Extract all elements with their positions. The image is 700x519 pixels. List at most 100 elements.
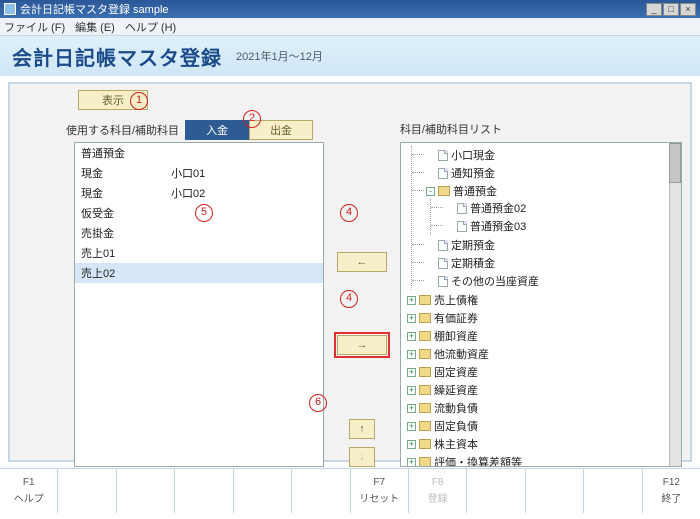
fkey-code: F7	[373, 477, 385, 488]
tree-node[interactable]: + 有価証券	[407, 309, 677, 327]
tree-node-label: 普通預金03	[470, 218, 526, 234]
expand-icon[interactable]: +	[407, 368, 416, 377]
collapse-icon[interactable]: -	[426, 187, 435, 196]
folder-icon	[419, 385, 431, 395]
expand-icon[interactable]: +	[407, 422, 416, 431]
tree-node-label: 有価証券	[434, 310, 478, 326]
move-down-button[interactable]: ↓	[349, 447, 375, 467]
list-item[interactable]: 現金小口01	[75, 163, 323, 183]
tree-node[interactable]: その他の当座資産	[426, 272, 677, 290]
folder-icon	[419, 403, 431, 413]
close-button[interactable]: ×	[680, 3, 696, 16]
move-up-button[interactable]: ↑	[349, 419, 375, 439]
folder-icon	[419, 331, 431, 341]
tree-spacer	[426, 151, 435, 160]
maximize-button[interactable]: □	[663, 3, 679, 16]
tree-node-label: 固定負債	[434, 418, 478, 434]
menu-bar: ファイル (F) 編集 (E) ヘルプ (H)	[0, 18, 700, 36]
arrow-up-icon: ↑	[359, 423, 365, 435]
fkey-empty	[175, 469, 233, 513]
expand-icon[interactable]: +	[407, 458, 416, 467]
function-key-bar: F1 ヘルプ F7 リセット F8 登録 F12 終了	[0, 468, 700, 513]
fkey-label: ヘルプ	[14, 490, 44, 505]
tree-node[interactable]: 普通預金03	[445, 217, 677, 235]
account-tree[interactable]: 小口現金通知預金 - 普通預金普通預金02普通預金03 定期預金定期積金その他の当座資…	[400, 142, 682, 467]
expand-icon[interactable]: +	[407, 386, 416, 395]
tree-node-label: 通知預金	[451, 165, 495, 181]
list-item[interactable]: 現金小口02	[75, 183, 323, 203]
document-icon	[457, 203, 467, 214]
fkey-label: リセット	[359, 490, 399, 505]
menu-file[interactable]: ファイル (F)	[4, 19, 65, 35]
tree-node-label: 繰延資産	[434, 382, 478, 398]
fkey-empty	[58, 469, 116, 513]
tab-in[interactable]: 入金	[185, 120, 249, 140]
fkey-empty	[467, 469, 525, 513]
minimize-button[interactable]: _	[646, 3, 662, 16]
tree-node[interactable]: +流動負債	[407, 399, 677, 417]
tree-node[interactable]: - 普通預金普通預金02普通預金03	[426, 182, 677, 236]
move-right-highlight: →	[334, 332, 390, 358]
tree-node[interactable]: 定期積金	[426, 254, 677, 272]
tree-node[interactable]: + 株主資本	[407, 435, 677, 453]
tree-node-label: 株主資本	[434, 436, 478, 452]
fkey-empty	[234, 469, 292, 513]
expand-icon[interactable]: +	[407, 332, 416, 341]
move-right-button[interactable]: →	[337, 335, 387, 355]
expand-icon[interactable]: +	[407, 314, 416, 323]
tree-node[interactable]: 定期預金	[426, 236, 677, 254]
fkey-empty	[117, 469, 175, 513]
tree-spacer	[426, 169, 435, 178]
tree-spacer	[445, 204, 454, 213]
tree-node-label: その他の当座資産	[451, 273, 539, 289]
folder-icon	[419, 295, 431, 305]
tree-spacer	[426, 277, 435, 286]
tree-node[interactable]: +固定資産	[407, 363, 677, 381]
menu-help[interactable]: ヘルプ (H)	[125, 19, 176, 35]
list-item[interactable]: 売上02	[75, 263, 323, 283]
tree-node-label: 普通預金	[453, 183, 497, 199]
list-item[interactable]: 売上01	[75, 243, 323, 263]
list-item[interactable]: 仮受金	[75, 203, 323, 223]
menu-edit[interactable]: 編集 (E)	[75, 19, 115, 35]
move-left-button[interactable]: ←	[337, 252, 387, 272]
show-button[interactable]: 表示	[78, 90, 148, 110]
document-icon	[438, 168, 448, 179]
page-period: 2021年1月～12月	[236, 48, 323, 64]
expand-icon[interactable]: +	[407, 404, 416, 413]
list-item[interactable]: 普通預金	[75, 143, 323, 163]
main-frame: 1 2 3 4 4 5 6 表示 使用する科目/補助科目 入金 出金 科目/補助…	[8, 82, 692, 462]
window-titlebar: 会計日記帳マスタ登録 sample _ □ ×	[0, 0, 700, 18]
tree-node[interactable]: + 評価・換算差額等	[407, 453, 677, 467]
document-icon	[438, 258, 448, 269]
tree-node: 小口現金通知預金 - 普通預金普通預金02普通預金03 定期預金定期積金その他の当座資…	[407, 145, 677, 291]
tree-node[interactable]: 通知預金	[426, 164, 677, 182]
tree-node-label: 定期預金	[451, 237, 495, 253]
fkey-f1[interactable]: F1 ヘルプ	[0, 469, 58, 513]
selected-accounts-list[interactable]: 普通預金現金小口01現金小口02仮受金売掛金売上01売上02	[74, 142, 324, 467]
expand-icon[interactable]: +	[407, 440, 416, 449]
tree-node[interactable]: +売上債権	[407, 291, 677, 309]
tree-node-label: 評価・換算差額等	[434, 454, 522, 467]
tab-label: 使用する科目/補助科目	[66, 122, 179, 138]
arrow-right-icon: →	[357, 339, 368, 351]
tree-spacer	[426, 241, 435, 250]
list-item[interactable]: 売掛金	[75, 223, 323, 243]
tree-node[interactable]: +棚卸資産	[407, 327, 677, 345]
window-title: 会計日記帳マスタ登録 sample	[20, 1, 169, 17]
expand-icon[interactable]: +	[407, 350, 416, 359]
expand-icon[interactable]: +	[407, 296, 416, 305]
folder-icon	[419, 457, 431, 467]
app-icon	[4, 3, 16, 15]
fkey-f8[interactable]: F8 登録	[409, 469, 467, 513]
folder-icon	[419, 313, 431, 323]
fkey-f12[interactable]: F12 終了	[643, 469, 700, 513]
document-icon	[457, 221, 467, 232]
tree-node[interactable]: + 固定負債	[407, 417, 677, 435]
tab-out[interactable]: 出金	[249, 120, 313, 140]
tree-node[interactable]: + 繰延資産	[407, 381, 677, 399]
tree-node[interactable]: 小口現金	[426, 146, 677, 164]
fkey-f7[interactable]: F7 リセット	[351, 469, 409, 513]
tree-node[interactable]: 普通預金02	[445, 199, 677, 217]
tree-node[interactable]: +他流動資産	[407, 345, 677, 363]
